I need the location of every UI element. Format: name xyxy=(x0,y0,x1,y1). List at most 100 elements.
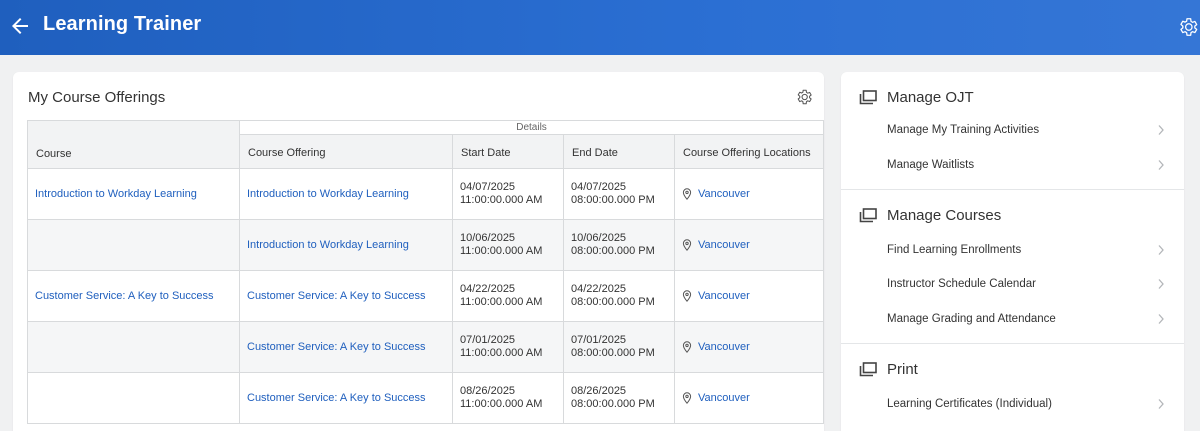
location-link[interactable]: Vancouver xyxy=(698,239,750,252)
chevron-right-icon xyxy=(1158,279,1164,289)
map-pin-icon xyxy=(682,341,692,353)
top-bar: Learning Trainer xyxy=(0,0,1200,55)
table-row: Customer Service: A Key to Success 07/01/… xyxy=(27,321,825,373)
sidebar-action-label: Manage Waitlists xyxy=(887,159,975,171)
end-time: 08:00:00.000 PM xyxy=(571,347,655,359)
location-link[interactable]: Vancouver xyxy=(698,392,750,405)
location-cell: Vancouver xyxy=(673,219,825,271)
course-cell: Introduction to Workday Learning xyxy=(27,168,240,220)
location-link[interactable]: Vancouver xyxy=(698,341,750,354)
start-time: 11:00:00.000 AM xyxy=(460,296,543,308)
end-date: 07/01/2025 xyxy=(571,334,627,346)
course-offering-link[interactable]: Customer Service: A Key to Success xyxy=(247,392,426,404)
start-time: 11:00:00.000 AM xyxy=(460,245,543,257)
end-date-cell: 04/22/2025 08:00:00.000 PM xyxy=(563,270,675,322)
start-date: 04/07/2025 xyxy=(460,181,516,193)
column-header-locations[interactable]: Course Offering Locations xyxy=(673,134,825,169)
map-pin-icon xyxy=(682,392,692,404)
sidebar-action-label: Instructor Schedule Calendar xyxy=(887,278,1036,290)
section-header: Manage Courses xyxy=(859,207,1001,224)
table-row: Introduction to Workday Learning 10/06/20… xyxy=(27,219,825,271)
course-offerings-card: My Course Offerings Course Details Cours… xyxy=(13,72,825,431)
chevron-right-icon xyxy=(1158,399,1164,409)
start-date-cell: 07/01/2025 11:00:00.000 AM xyxy=(452,321,564,373)
course-offering-link[interactable]: Customer Service: A Key to Success xyxy=(247,290,426,302)
column-header-course-offering[interactable]: Course Offering xyxy=(239,134,453,169)
map-pin-icon xyxy=(682,290,692,302)
course-cell xyxy=(27,219,240,271)
end-date: 08/26/2025 xyxy=(571,385,627,397)
section-title: Print xyxy=(887,361,918,378)
end-date-cell: 08/26/2025 08:00:00.000 PM xyxy=(563,372,675,424)
course-offering-cell: Introduction to Workday Learning xyxy=(239,219,453,271)
end-date-cell: 10/06/2025 08:00:00.000 PM xyxy=(563,219,675,271)
course-link[interactable]: Introduction to Workday Learning xyxy=(35,188,197,200)
location-cell: Vancouver xyxy=(673,270,825,322)
section-header: Print xyxy=(859,361,918,378)
chevron-right-icon xyxy=(1158,314,1164,324)
sidebar-action-label: Manage Grading and Attendance xyxy=(887,313,1056,325)
column-group-details: Details xyxy=(238,120,825,135)
sidebar-action-item[interactable]: Learning Certificates (Individual) xyxy=(841,388,1184,422)
section-header: Manage OJT xyxy=(859,89,974,106)
course-cell xyxy=(27,372,240,424)
location-link[interactable]: Vancouver xyxy=(698,290,750,303)
course-offerings-table: Course Details Course Offering Start Dat… xyxy=(27,120,825,424)
end-date: 04/22/2025 xyxy=(571,283,627,295)
end-date: 10/06/2025 xyxy=(571,232,627,244)
start-date-cell: 10/06/2025 11:00:00.000 AM xyxy=(452,219,564,271)
sidebar-action-item[interactable]: Manage Waitlists xyxy=(841,149,1184,183)
end-date-cell: 04/07/2025 08:00:00.000 PM xyxy=(563,168,675,220)
section-title: Manage Courses xyxy=(887,207,1002,224)
end-date: 04/07/2025 xyxy=(571,181,627,193)
column-header-end-date[interactable]: End Date xyxy=(563,134,675,169)
sidebar-action-item[interactable]: Instructor Schedule Calendar xyxy=(841,268,1184,302)
course-offering-link[interactable]: Introduction to Workday Learning xyxy=(247,188,409,200)
sidebar-action-label: Manage My Training Activities xyxy=(887,124,1040,136)
table-row: Customer Service: A Key to Success Custom… xyxy=(27,270,825,322)
related-actions-card: Manage OJT Manage My Training Activities M… xyxy=(841,72,1184,431)
start-date: 07/01/2025 xyxy=(460,334,516,346)
chevron-right-icon xyxy=(1158,245,1164,255)
chevron-right-icon xyxy=(1158,125,1164,135)
start-date-cell: 08/26/2025 11:00:00.000 AM xyxy=(452,372,564,424)
location-cell: Vancouver xyxy=(673,372,825,424)
course-offering-cell: Introduction to Workday Learning xyxy=(239,168,453,220)
start-date: 10/06/2025 xyxy=(460,232,516,244)
section-title: Manage OJT xyxy=(887,89,974,106)
end-date-cell: 07/01/2025 08:00:00.000 PM xyxy=(563,321,675,373)
course-offering-cell: Customer Service: A Key to Success xyxy=(239,321,453,373)
sidebar-action-item[interactable]: Manage Grading and Attendance xyxy=(841,303,1184,337)
start-date-cell: 04/22/2025 11:00:00.000 AM xyxy=(452,270,564,322)
location-link[interactable]: Vancouver xyxy=(698,188,750,201)
back-arrow-icon[interactable] xyxy=(8,14,32,38)
start-date-cell: 04/07/2025 11:00:00.000 AM xyxy=(452,168,564,220)
map-pin-icon xyxy=(682,188,692,200)
column-header-course[interactable]: Course xyxy=(27,120,240,169)
page-title: Learning Trainer xyxy=(43,13,202,35)
location-cell: Vancouver xyxy=(673,168,825,220)
end-time: 08:00:00.000 PM xyxy=(571,296,655,308)
sidebar-action-label: Learning Certificates (Individual) xyxy=(887,398,1052,410)
start-date: 08/26/2025 xyxy=(460,385,516,397)
section-divider xyxy=(841,343,1184,344)
sidebar-action-item[interactable]: Manage My Training Activities xyxy=(841,114,1184,148)
course-offering-link[interactable]: Customer Service: A Key to Success xyxy=(247,341,426,353)
table-settings-gear-icon[interactable] xyxy=(795,88,813,106)
sidebar-action-label: Find Learning Enrollments xyxy=(887,244,1022,256)
start-time: 11:00:00.000 AM xyxy=(460,347,543,359)
gear-icon[interactable] xyxy=(1177,16,1199,38)
course-offering-link[interactable]: Introduction to Workday Learning xyxy=(247,239,409,251)
sidebar-action-item[interactable]: Find Learning Enrollments xyxy=(841,234,1184,268)
start-time: 11:00:00.000 AM xyxy=(460,398,543,410)
chevron-right-icon xyxy=(1158,160,1164,170)
course-link[interactable]: Customer Service: A Key to Success xyxy=(35,290,214,302)
card-title: My Course Offerings xyxy=(28,89,166,106)
windows-stack-icon xyxy=(859,362,877,377)
course-offering-cell: Customer Service: A Key to Success xyxy=(239,372,453,424)
course-cell xyxy=(27,321,240,373)
start-date: 04/22/2025 xyxy=(460,283,516,295)
column-header-start-date[interactable]: Start Date xyxy=(452,134,564,169)
course-cell: Customer Service: A Key to Success xyxy=(27,270,240,322)
location-cell: Vancouver xyxy=(673,321,825,373)
